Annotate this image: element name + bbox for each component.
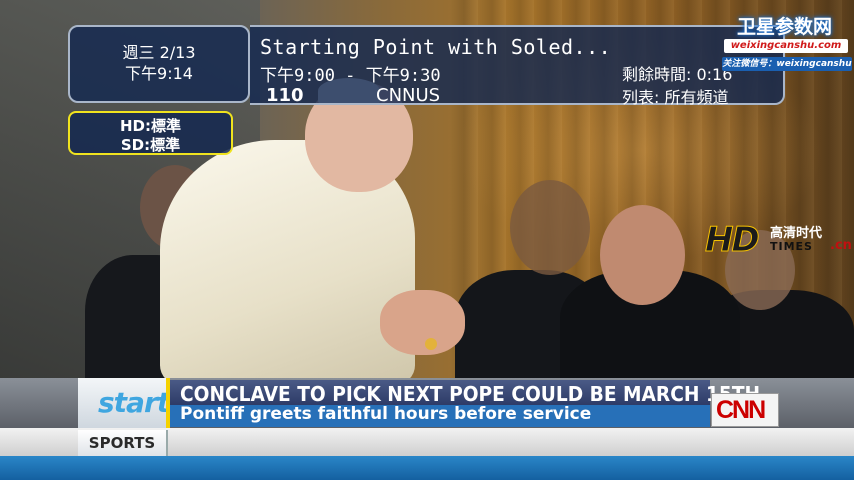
epg-remaining-time: 剩餘時間: 0:16: [622, 65, 733, 84]
watermark-url: weixingcanshu.com: [724, 39, 848, 53]
epg-channel-number: 110: [266, 85, 304, 106]
bystander-right-head: [600, 205, 685, 305]
sd-resolution: SD:標準: [120, 136, 181, 154]
cnn-logo: CNN: [711, 393, 779, 427]
hd-resolution: HD:標準: [119, 117, 181, 135]
epg-program-time: 下午9:00 - 下午9:30: [260, 66, 441, 86]
show-logo: starti: [78, 378, 170, 428]
show-logo-text: starti: [98, 386, 170, 419]
bottom-bar: [0, 456, 854, 480]
hdtimes-watermark: HD 高清时代 TIMES .cn: [705, 220, 854, 261]
epg-program-title: Starting Point with Soled...: [260, 35, 612, 59]
headline: CONCLAVE TO PICK NEXT POPE COULD BE MARC…: [180, 382, 761, 406]
hd-logo-times: TIMES: [770, 240, 813, 253]
hd-logo-big: HD: [705, 220, 761, 261]
hd-logo-chinese: 高清时代: [770, 226, 823, 241]
pope-ring: [425, 338, 437, 350]
cnn-logo-text: CNN: [716, 396, 766, 424]
subheadline: Pontiff greets faithful hours before ser…: [180, 404, 592, 424]
epg-channel-name: CNNUS: [376, 85, 441, 106]
epg-program-panel: Starting Point with Soled... 下午9:00 - 下午…: [250, 25, 785, 107]
site-watermark: 卫星参数网 weixingcanshu.com 关注微信号：weixingcan…: [722, 10, 852, 72]
resolution-panel: HD:標準 SD:標準: [68, 111, 233, 155]
pope-hands: [380, 290, 465, 355]
epg-list-filter: 列表: 所有頻道: [622, 88, 729, 107]
epg-clock: 下午9:14: [125, 64, 193, 83]
watermark-logo: 卫星参数网: [737, 16, 833, 38]
epg-date-panel: 週三 2/13 下午9:14: [68, 25, 250, 103]
hd-logo-cn: .cn: [830, 238, 852, 253]
ticker-section-label: SPORTS: [78, 430, 168, 456]
watermark-follow: 关注微信号：weixingcanshu: [722, 57, 852, 71]
bystander-middle-head: [510, 180, 590, 275]
